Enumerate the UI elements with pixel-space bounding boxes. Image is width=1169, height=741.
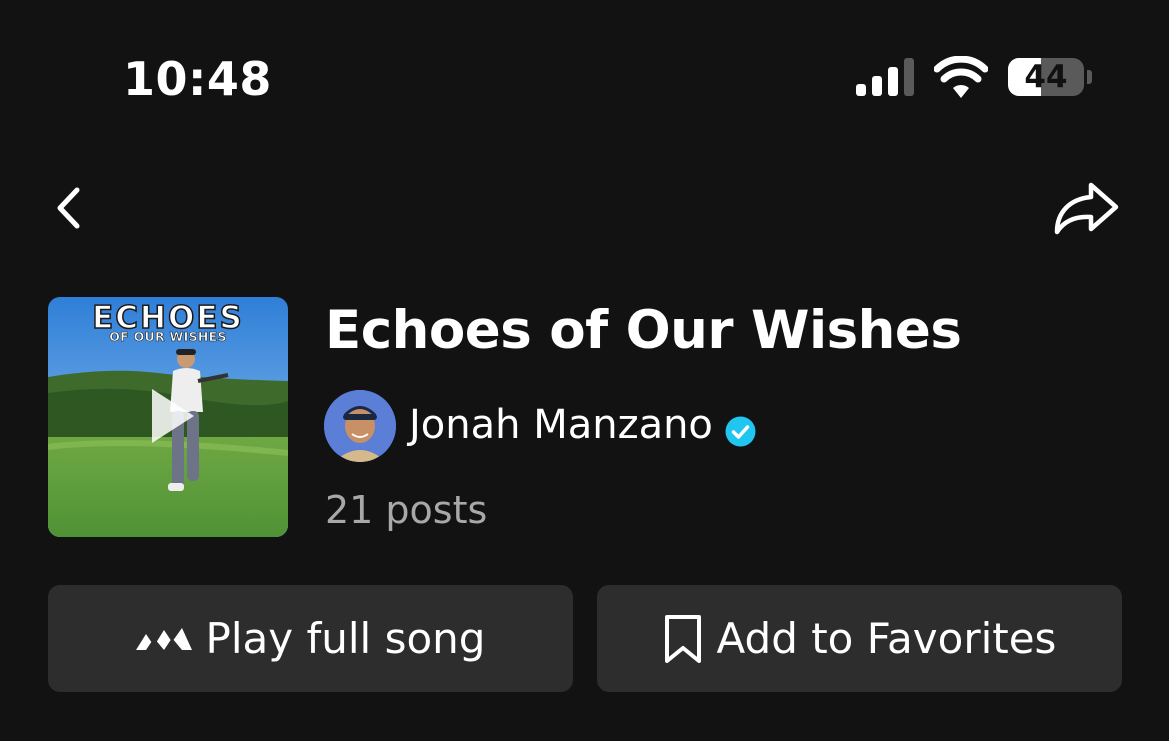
album-cover[interactable]: ECHOES OF OUR WISHES: [48, 297, 288, 537]
battery-icon: 44: [1008, 58, 1084, 96]
artist-name[interactable]: Jonah Manzano: [409, 402, 713, 448]
cellular-signal-icon: [856, 58, 914, 96]
verified-badge-icon: [725, 416, 756, 447]
cover-subtitle: OF OUR WISHES: [109, 329, 227, 344]
avatar-image: [324, 390, 396, 462]
play-icon: [152, 389, 194, 443]
post-count: 21 posts: [325, 488, 488, 532]
chevron-left-icon[interactable]: [46, 178, 94, 238]
bookmark-icon: [663, 614, 703, 664]
song-title: Echoes of Our Wishes: [325, 300, 962, 361]
play-full-song-label: Play full song: [205, 614, 486, 663]
add-to-favorites-button[interactable]: Add to Favorites: [597, 585, 1122, 692]
music-service-logo-icon: [135, 624, 192, 654]
wifi-icon: [934, 56, 988, 98]
share-arrow-icon[interactable]: [1050, 176, 1122, 240]
artist-avatar[interactable]: [324, 390, 396, 462]
status-time: 10:48: [123, 52, 272, 106]
battery-level: 44: [1024, 59, 1068, 95]
add-to-favorites-label: Add to Favorites: [716, 614, 1057, 663]
play-full-song-button[interactable]: Play full song: [48, 585, 573, 692]
battery-nub: [1087, 70, 1092, 84]
